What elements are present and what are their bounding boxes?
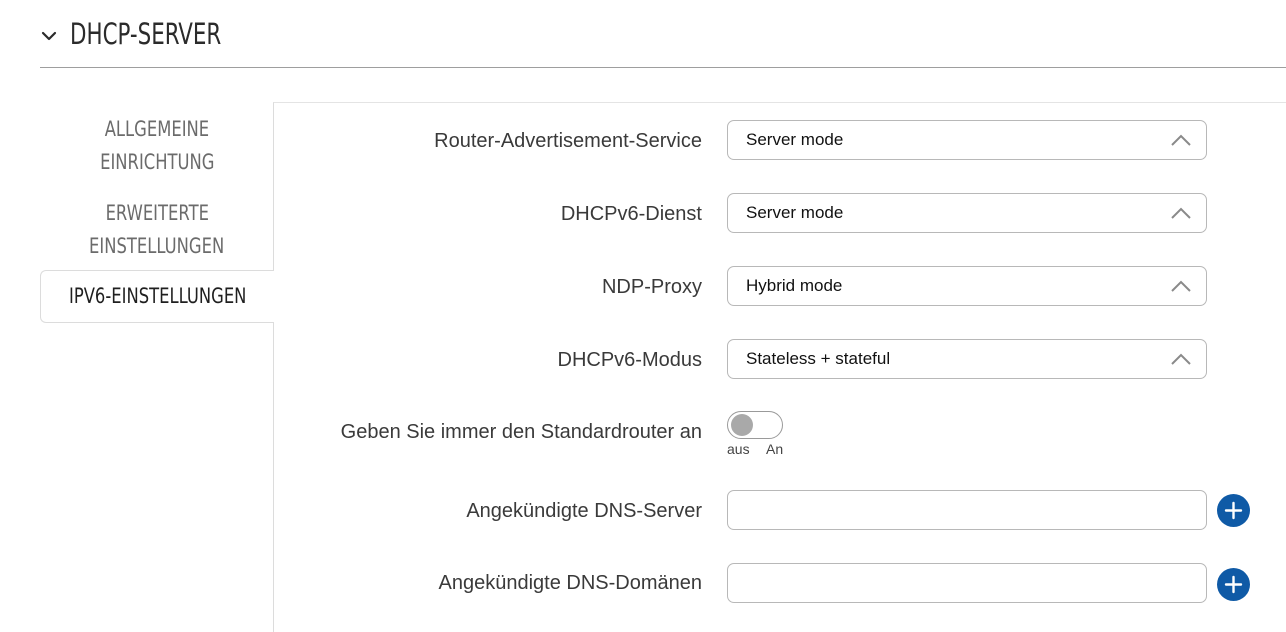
- add-dns-server-button[interactable]: [1217, 494, 1250, 527]
- add-dns-domain-button[interactable]: [1217, 568, 1250, 601]
- dhcpv6-service-select[interactable]: Server mode: [727, 193, 1207, 233]
- dns-domains-label: Angekündigte DNS-Domänen: [438, 572, 703, 594]
- sidebar-item-general-setup[interactable]: ALLGEMEINE EINRICHTUNG: [40, 113, 274, 179]
- sidebar-item-label: EINRICHTUNG: [99, 150, 215, 174]
- toggle-off-label: aus: [727, 441, 750, 457]
- chevron-up-icon: [1171, 353, 1191, 365]
- dns-servers-label: Angekündigte DNS-Server: [466, 500, 702, 522]
- toggle-knob: [731, 414, 753, 436]
- dhcpv6-service-label: DHCPv6-Dienst: [560, 203, 702, 225]
- plus-icon: [1224, 575, 1243, 594]
- section-title: DHCP-SERVER: [70, 16, 222, 51]
- sidebar-item-label: EINSTELLUNGEN: [89, 234, 225, 258]
- chevron-up-icon: [1171, 280, 1191, 292]
- dhcpv6-mode-select[interactable]: Stateless + stateful: [727, 339, 1207, 379]
- sidebar-item-label: IPV6-EINSTELLUNGEN: [68, 284, 247, 308]
- chevron-down-icon[interactable]: [40, 27, 58, 45]
- default-router-label: Geben Sie immer den Standardrouter an: [340, 421, 702, 443]
- default-router-toggle[interactable]: [727, 411, 783, 439]
- sidebar-item-label: ALLGEMEINE: [104, 117, 210, 141]
- dns-domains-input[interactable]: [727, 563, 1207, 603]
- ndp-proxy-label: NDP-Proxy: [601, 276, 702, 298]
- ndp-proxy-select[interactable]: Hybrid mode: [727, 266, 1207, 306]
- sidebar-item-label: ERWEITERTE: [105, 201, 209, 225]
- sidebar-nav: ALLGEMEINE EINRICHTUNG ERWEITERTE EINSTE…: [40, 102, 274, 632]
- section-header[interactable]: DHCP-SERVER: [40, 0, 1286, 68]
- settings-panel: Router-Advertisement-Service Server mode…: [273, 102, 1286, 632]
- sidebar-item-advanced-settings[interactable]: ERWEITERTE EINSTELLUNGEN: [40, 197, 274, 263]
- router-advertisement-label: Router-Advertisement-Service: [434, 130, 702, 152]
- select-value: Hybrid mode: [746, 276, 843, 295]
- dhcpv6-mode-label: DHCPv6-Modus: [557, 349, 702, 371]
- chevron-up-icon: [1171, 134, 1191, 146]
- toggle-on-label: An: [766, 441, 784, 457]
- plus-icon: [1224, 501, 1243, 520]
- select-value: Stateless + stateful: [746, 349, 891, 368]
- select-value: Server mode: [746, 203, 844, 222]
- sidebar-item-ipv6-settings[interactable]: IPV6-EINSTELLUNGEN: [40, 270, 274, 323]
- router-advertisement-select[interactable]: Server mode: [727, 120, 1207, 160]
- dns-servers-input[interactable]: [727, 490, 1207, 530]
- chevron-up-icon: [1171, 207, 1191, 219]
- select-value: Server mode: [746, 130, 844, 149]
